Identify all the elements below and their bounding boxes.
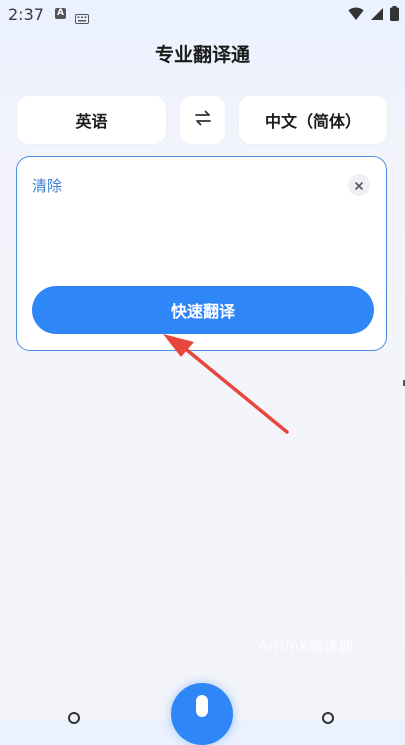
text-input-card[interactable]: 清除 快速翻译	[16, 156, 387, 351]
wifi-icon	[348, 6, 364, 25]
page-title: 专业翻译通	[154, 44, 250, 66]
source-language-button[interactable]: 英语	[17, 96, 166, 144]
status-time: 2:37	[8, 5, 44, 24]
status-bar: 2:37 A	[0, 0, 405, 30]
microphone-icon	[196, 695, 208, 717]
voice-input-button[interactable]	[171, 683, 233, 745]
bottom-left-nav-icon[interactable]	[68, 712, 80, 724]
swap-languages-button[interactable]	[180, 96, 225, 144]
target-language-label: 中文（简体）	[264, 112, 361, 131]
notification-a-icon: A	[55, 8, 66, 19]
watermark: Airlink极速翻	[258, 639, 354, 655]
close-icon	[354, 176, 364, 195]
clear-button[interactable]: 清除	[32, 175, 62, 196]
quick-translate-button[interactable]: 快速翻译	[32, 286, 374, 334]
signal-icon	[370, 6, 384, 25]
target-language-button[interactable]: 中文（简体）	[239, 96, 387, 144]
close-button[interactable]	[348, 174, 370, 196]
swap-icon	[193, 108, 213, 132]
source-language-label: 英语	[75, 112, 108, 131]
bottom-right-nav-icon[interactable]	[322, 712, 334, 724]
battery-icon	[390, 6, 399, 25]
keyboard-icon	[75, 9, 89, 28]
status-icons	[348, 6, 399, 25]
